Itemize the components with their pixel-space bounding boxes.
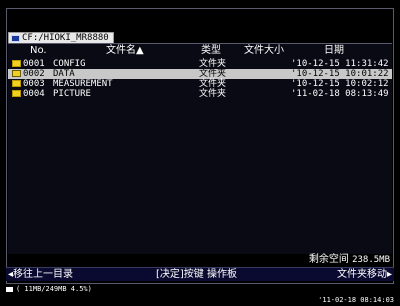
instrument-screen: CF:/HIOKI_MR8880 No. 文件名▲ 类型 文件大小 日期 000…: [0, 0, 400, 306]
file-name: MEASUREMENT: [53, 79, 113, 89]
file-type: 文件夹: [199, 89, 227, 99]
file-date: '10-12-15 10:02:12: [291, 79, 389, 89]
storage-status: ( 11MB/249MB 4.5%): [6, 285, 394, 293]
file-date: '11-02-18 08:13:49: [291, 89, 389, 99]
file-type: 文件夹: [199, 69, 227, 79]
folder-icon: [12, 80, 21, 87]
file-row[interactable]: 0004 PICTURE 文件夹 '11-02-18 08:13:49: [8, 89, 392, 99]
file-name: PICTURE: [53, 89, 91, 99]
file-number: 0004: [23, 89, 45, 99]
file-number: 0002: [23, 69, 45, 79]
free-space-value: 238.5MB: [352, 255, 390, 265]
file-row[interactable]: 0001 CONFIG 文件夹 '10-12-15 11:31:42: [8, 59, 392, 69]
clock: '11-02-18 08:14:03: [318, 296, 394, 304]
folder-icon: [12, 60, 21, 67]
parent-directory-button[interactable]: ◂移往上一目录: [8, 268, 73, 281]
folder-icon: [12, 70, 21, 77]
file-type: 文件夹: [199, 79, 227, 89]
free-space-label: 剩余空间: [308, 254, 349, 265]
file-number: 0003: [23, 79, 45, 89]
col-no-header[interactable]: No.: [30, 45, 47, 57]
col-size-header[interactable]: 文件大小: [244, 45, 284, 57]
file-row[interactable]: 0003 MEASUREMENT 文件夹 '10-12-15 10:02:12: [8, 79, 392, 89]
col-name-header[interactable]: 文件名▲: [106, 45, 144, 57]
storage-icon: [6, 286, 13, 292]
enter-key-hint: [决定]按键 操作板: [156, 269, 237, 280]
file-name: DATA: [53, 69, 75, 79]
column-header: No. 文件名▲ 类型 文件大小 日期: [8, 45, 392, 57]
col-date-header[interactable]: 日期: [324, 45, 344, 57]
file-date: '10-12-15 11:31:42: [291, 59, 389, 69]
file-name: CONFIG: [53, 59, 86, 69]
cf-card-icon: [11, 35, 20, 42]
storage-usage: ( 11MB/249MB 4.5%): [16, 285, 92, 293]
file-type: 文件夹: [199, 59, 227, 69]
file-date: '10-12-15 10:01:22: [291, 69, 389, 79]
file-row[interactable]: 0002 DATA 文件夹 '10-12-15 10:01:22: [8, 69, 392, 79]
free-space-readout: 剩余空间 238.5MB: [309, 254, 390, 266]
softkey-bar: ◂移往上一目录 [决定]按键 操作板 文件夹移动▸: [6, 267, 394, 281]
col-type-header[interactable]: 类型: [201, 45, 221, 57]
file-number: 0001: [23, 59, 45, 69]
folder-move-button[interactable]: 文件夹移动▸: [337, 268, 392, 281]
folder-icon: [12, 90, 21, 97]
